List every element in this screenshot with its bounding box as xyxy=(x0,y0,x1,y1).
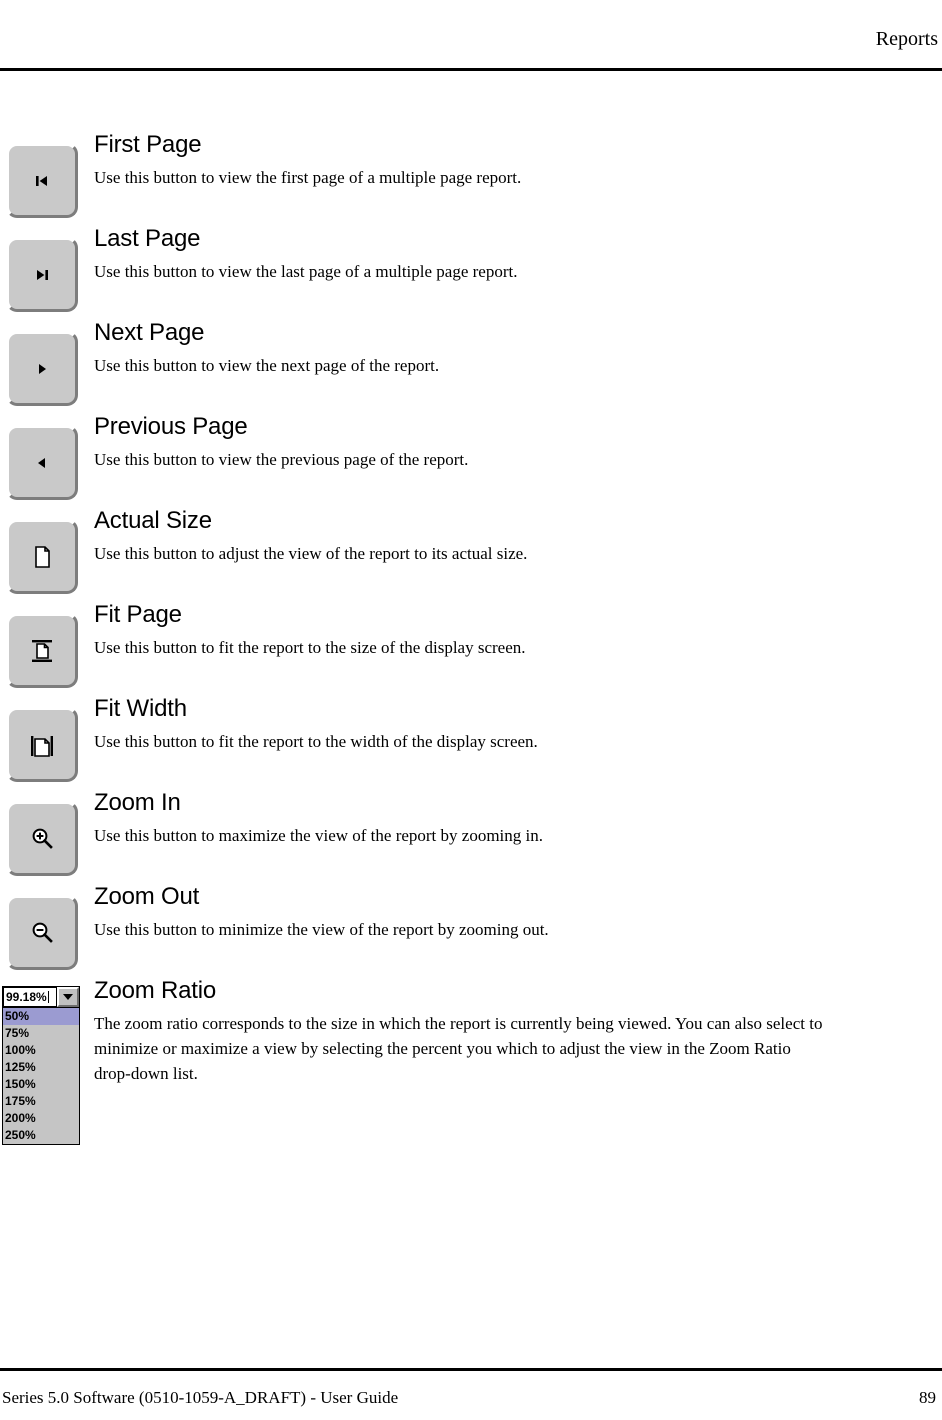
last-page-icon xyxy=(32,267,52,283)
entry-title: Zoom In xyxy=(94,789,181,816)
entry-text-first-page: First Page Use this button to view the f… xyxy=(94,131,894,190)
entry-previous-page: Previous Page Use this button to view th… xyxy=(0,413,942,507)
entry-title: Zoom Out xyxy=(94,883,200,910)
zoom-ratio-option[interactable]: 125% xyxy=(3,1059,79,1076)
entry-text-last-page: Last Page Use this button to view the la… xyxy=(94,225,894,284)
fit-page-icon xyxy=(29,638,55,664)
entry-description: The zoom ratio corresponds to the size i… xyxy=(94,1014,823,1083)
page-header: Reports xyxy=(0,0,942,72)
next-page-button[interactable] xyxy=(6,331,78,406)
entry-next-page: Next Page Use this button to view the ne… xyxy=(0,319,942,413)
actual-size-button[interactable] xyxy=(6,519,78,594)
fit-width-button[interactable] xyxy=(6,707,78,782)
entry-text-zoom-out: Zoom Out Use this button to minimize the… xyxy=(94,883,894,942)
toolbar-button-reference-list: First Page Use this button to view the f… xyxy=(0,131,942,1167)
previous-page-button[interactable] xyxy=(6,425,78,500)
entry-fit-page: Fit Page Use this button to fit the repo… xyxy=(0,601,942,695)
entry-title: Actual Size xyxy=(94,507,212,534)
entry-title: Fit Width xyxy=(94,695,187,722)
entry-text-previous-page: Previous Page Use this button to view th… xyxy=(94,413,894,472)
entry-description: Use this button to fit the report to the… xyxy=(94,732,538,751)
entry-description: Use this button to fit the report to the… xyxy=(94,638,526,657)
zoom-ratio-option[interactable]: 100% xyxy=(3,1042,79,1059)
entry-first-page: First Page Use this button to view the f… xyxy=(0,131,942,225)
entry-title: Next Page xyxy=(94,319,205,346)
zoom-ratio-option-list[interactable]: 50% 75% 100% 125% 150% 175% 200% 250% xyxy=(2,1008,80,1145)
entry-last-page: Last Page Use this button to view the la… xyxy=(0,225,942,319)
zoom-in-icon xyxy=(29,826,55,852)
entry-title: Fit Page xyxy=(94,601,182,628)
first-page-button[interactable] xyxy=(6,143,78,218)
zoom-in-button[interactable] xyxy=(6,801,78,876)
entry-zoom-out: Zoom Out Use this button to minimize the… xyxy=(0,883,942,977)
zoom-ratio-option[interactable]: 150% xyxy=(3,1076,79,1093)
zoom-ratio-option[interactable]: 200% xyxy=(3,1110,79,1127)
last-page-button[interactable] xyxy=(6,237,78,312)
actual-size-icon xyxy=(31,545,53,569)
zoom-ratio-value: 99.18% xyxy=(6,990,47,1004)
zoom-ratio-combobox[interactable]: 99.18% 50% 75% 100% 125% 150% 175% 200% … xyxy=(2,986,80,1145)
entry-title: Last Page xyxy=(94,225,201,252)
entry-text-fit-page: Fit Page Use this button to fit the repo… xyxy=(94,601,894,660)
entry-text-actual-size: Actual Size Use this button to adjust th… xyxy=(94,507,894,566)
zoom-ratio-option[interactable]: 75% xyxy=(3,1025,79,1042)
zoom-out-icon xyxy=(29,920,55,946)
entry-title: Zoom Ratio xyxy=(94,977,217,1004)
header-divider xyxy=(0,68,942,71)
footer-page-number: 89 xyxy=(919,1388,936,1407)
entry-description: Use this button to view the first page o… xyxy=(94,168,522,187)
footer-divider xyxy=(0,1368,942,1371)
zoom-ratio-dropdown-button[interactable] xyxy=(57,987,79,1007)
chevron-down-icon xyxy=(63,994,73,1000)
zoom-out-button[interactable] xyxy=(6,895,78,970)
entry-zoom-ratio: 99.18% 50% 75% 100% 125% 150% 175% 200% … xyxy=(0,977,942,1167)
zoom-ratio-combobox-top[interactable]: 99.18% xyxy=(2,986,80,1008)
entry-description: Use this button to view the previous pag… xyxy=(94,450,469,469)
first-page-icon xyxy=(32,173,52,189)
entry-actual-size: Actual Size Use this button to adjust th… xyxy=(0,507,942,601)
entry-text-zoom-in: Zoom In Use this button to maximize the … xyxy=(94,789,894,848)
entry-title: First Page xyxy=(94,131,202,158)
previous-page-icon xyxy=(32,455,52,471)
zoom-ratio-option[interactable]: 250% xyxy=(3,1127,79,1144)
footer-document-label: Series 5.0 Software (0510-1059-A_DRAFT) … xyxy=(2,1388,399,1407)
entry-text-fit-width: Fit Width Use this button to fit the rep… xyxy=(94,695,894,754)
entry-zoom-in: Zoom In Use this button to maximize the … xyxy=(0,789,942,883)
entry-text-next-page: Next Page Use this button to view the ne… xyxy=(94,319,894,378)
entry-text-zoom-ratio: Zoom Ratio The zoom ratio corresponds to… xyxy=(94,977,894,1086)
entry-description: Use this button to maximize the view of … xyxy=(94,826,543,845)
fit-width-icon xyxy=(29,732,55,758)
zoom-ratio-input[interactable]: 99.18% xyxy=(3,987,57,1007)
next-page-icon xyxy=(32,361,52,377)
entry-fit-width: Fit Width Use this button to fit the rep… xyxy=(0,695,942,789)
fit-page-button[interactable] xyxy=(6,613,78,688)
entry-description: Use this button to view the next page of… xyxy=(94,356,440,375)
zoom-ratio-option[interactable]: 175% xyxy=(3,1093,79,1110)
entry-description: Use this button to adjust the view of th… xyxy=(94,544,528,563)
page-header-title: Reports xyxy=(875,28,938,50)
entry-title: Previous Page xyxy=(94,413,248,440)
entry-description: Use this button to view the last page of… xyxy=(94,262,518,281)
page-footer: Series 5.0 Software (0510-1059-A_DRAFT) … xyxy=(0,1350,942,1420)
text-caret xyxy=(47,991,49,1003)
zoom-ratio-option[interactable]: 50% xyxy=(3,1008,79,1025)
entry-description: Use this button to minimize the view of … xyxy=(94,920,549,939)
